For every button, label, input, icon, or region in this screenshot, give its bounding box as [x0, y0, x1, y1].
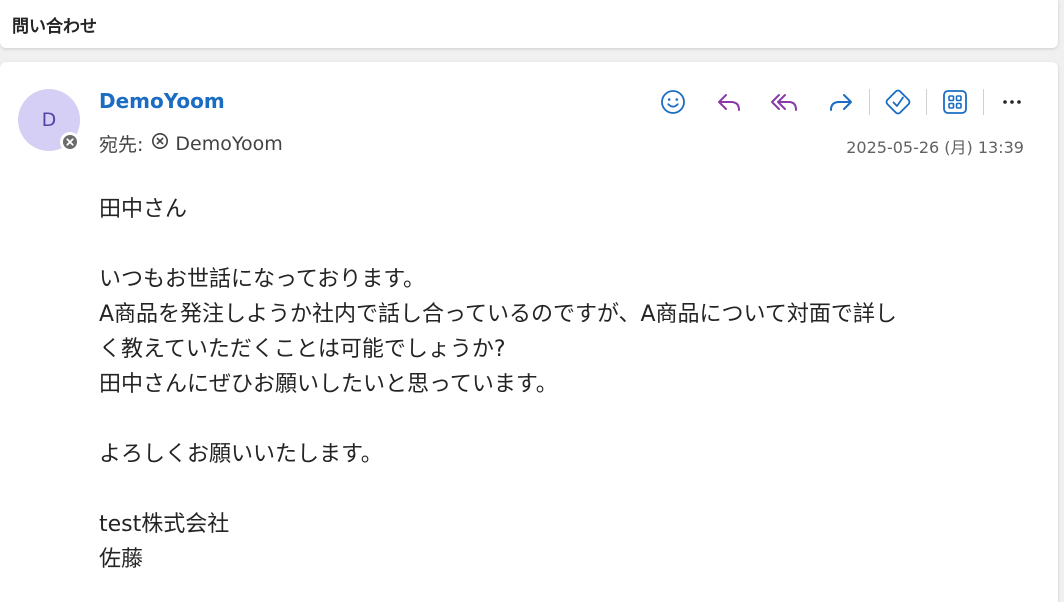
emoji-button[interactable]: [655, 84, 691, 120]
presence-blocked-icon: [60, 132, 80, 152]
apps-button[interactable]: [937, 84, 973, 120]
reply-all-button[interactable]: [767, 84, 803, 120]
more-icon: [1003, 100, 1021, 104]
recipient-chip[interactable]: DemoYoom: [151, 132, 283, 155]
toolbar-divider: [983, 89, 984, 115]
message-body: 田中さん いつもお世話になっております。 A商品を発注しようか社内で話し合ってい…: [99, 192, 1019, 577]
body-line: いつもお世話になっております。: [99, 267, 426, 292]
to-label: 宛先:: [99, 134, 144, 156]
tag-icon: [885, 89, 911, 115]
forward-icon: [830, 94, 852, 111]
message-date: 2025-05-26 (月) 13:39: [846, 138, 1024, 157]
avatar-initial: D: [41, 109, 57, 131]
signature-name: 佐藤: [99, 547, 144, 572]
reply-button[interactable]: [711, 84, 747, 120]
to-line: 宛先: DemoYoom: [99, 130, 283, 157]
toolbar-divider: [869, 89, 870, 115]
body-greeting: 田中さん: [99, 197, 188, 222]
subject-title: 問い合わせ: [12, 17, 97, 37]
more-actions-button[interactable]: [994, 84, 1030, 120]
apps-icon: [943, 90, 967, 114]
message-card: D DemoYoom 宛先: DemoYoom 2025-05-26 (月) 1…: [0, 62, 1058, 602]
recipient-blocked-icon: [151, 132, 169, 155]
message-toolbar: [655, 84, 1050, 120]
recipient-name: DemoYoom: [175, 132, 283, 155]
body-line: A商品を発注しようか社内で話し合っているのですが、A商品について対面で詳し: [99, 302, 897, 327]
forward-button[interactable]: [823, 84, 859, 120]
body-line: 田中さんにぜひお願いしたいと思っています。: [99, 372, 558, 397]
emoji-icon: [661, 90, 685, 114]
toolbar-divider: [926, 89, 927, 115]
body-closing: よろしくお願いいたします。: [99, 442, 383, 467]
signature-company: test株式会社: [99, 512, 230, 537]
reply-all-icon: [771, 94, 797, 111]
reply-icon: [718, 94, 740, 111]
sender-name[interactable]: DemoYoom: [99, 89, 225, 113]
body-line: く教えていただくことは可能でしょうか?: [99, 337, 506, 362]
tag-button[interactable]: [880, 84, 916, 120]
subject-bar: 問い合わせ: [0, 0, 1058, 48]
